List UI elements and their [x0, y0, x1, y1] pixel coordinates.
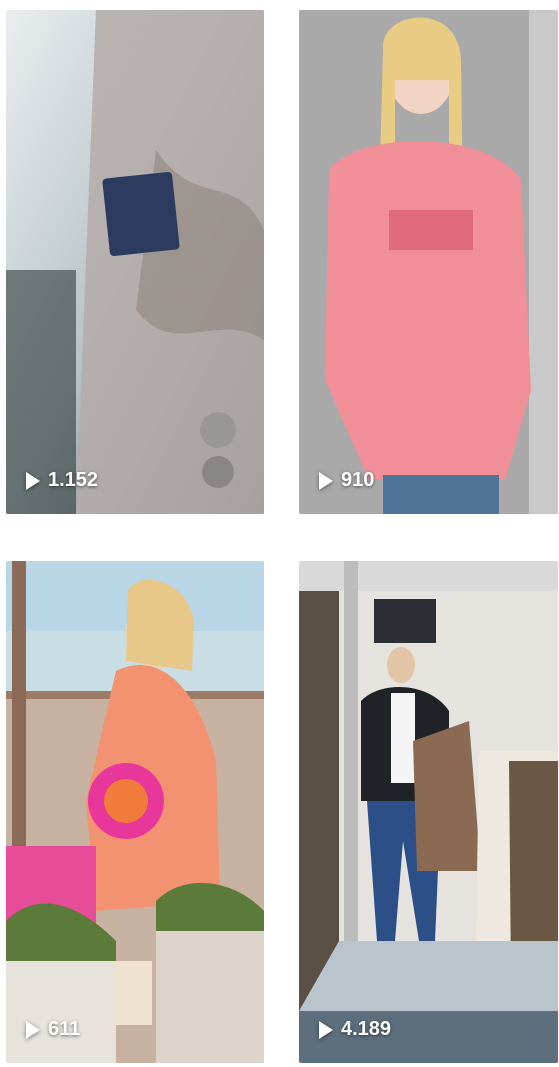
- video-grid: 1.152 910 611 4.189: [0, 0, 559, 1067]
- thumbnail-image: [299, 561, 558, 1063]
- thumbnail-image: [6, 10, 264, 514]
- view-count: 611: [26, 1018, 80, 1041]
- view-count-label: 611: [48, 1018, 81, 1040]
- play-icon: [26, 471, 40, 490]
- view-count-label: 910: [341, 469, 375, 491]
- view-count: 910: [319, 469, 374, 492]
- play-icon: [319, 1020, 333, 1039]
- video-thumbnail[interactable]: 4.189: [299, 561, 558, 1063]
- video-thumbnail[interactable]: 611: [6, 561, 264, 1063]
- thumbnail-image: [6, 561, 264, 1063]
- video-thumbnail[interactable]: 1.152: [6, 10, 264, 514]
- play-icon: [319, 471, 333, 490]
- thumbnail-image: [299, 10, 558, 514]
- view-count-label: 1.152: [48, 469, 99, 491]
- view-count: 1.152: [26, 469, 98, 492]
- play-icon: [26, 1020, 40, 1039]
- video-thumbnail[interactable]: 910: [299, 10, 558, 514]
- view-count-label: 4.189: [341, 1018, 392, 1040]
- view-count: 4.189: [319, 1018, 391, 1041]
